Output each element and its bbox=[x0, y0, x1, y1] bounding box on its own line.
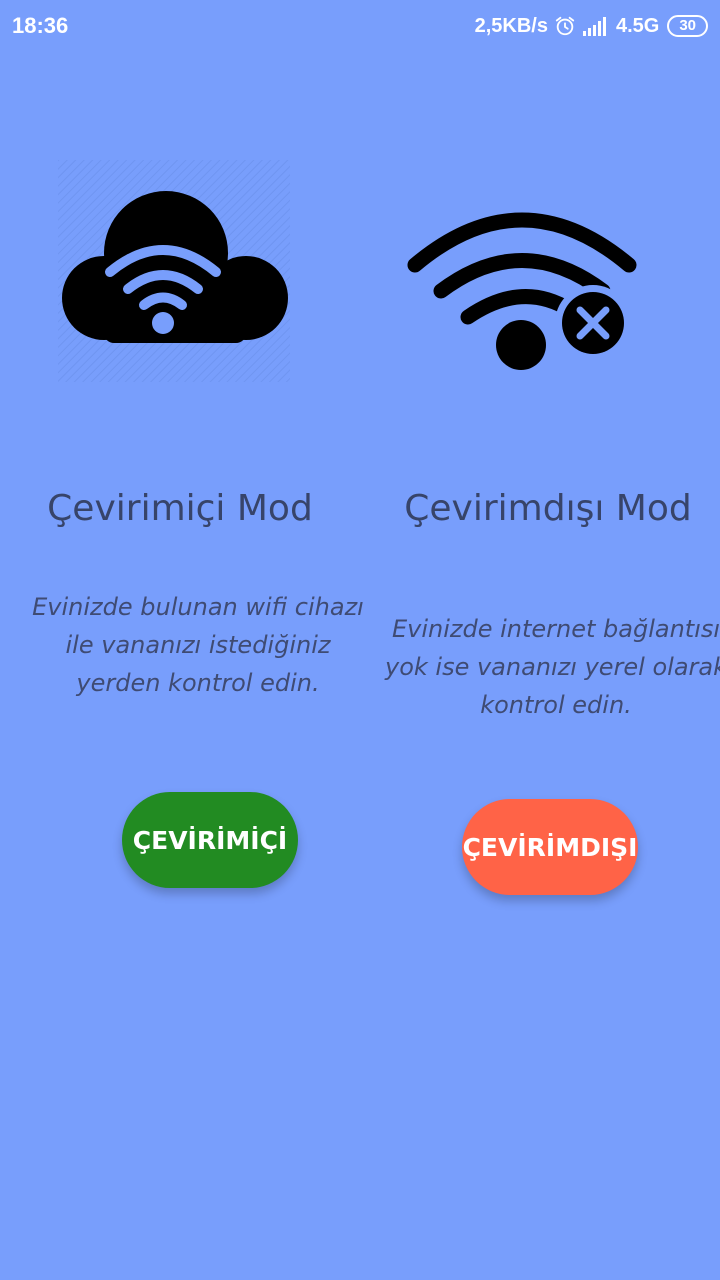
online-mode-title: Çevirimiçi Mod bbox=[47, 488, 313, 529]
online-mode-description: Evinizde bulunan wifi cihazı ile vananız… bbox=[32, 593, 364, 697]
offline-mode-title: Çevirimdışı Mod bbox=[404, 488, 692, 529]
cloud-wifi-icon bbox=[58, 160, 290, 382]
offline-mode-button[interactable]: ÇEVİRİMDIŞI bbox=[462, 799, 638, 895]
offline-mode-description: Evinizde internet bağlantısı yok ise van… bbox=[384, 615, 720, 719]
offline-mode-panel: Çevirimdışı Mod Evinizde internet bağlan… bbox=[360, 0, 720, 1280]
online-mode-panel: Çevirimiçi Mod Evinizde bulunan wifi cih… bbox=[0, 0, 364, 1280]
wifi-off-icon bbox=[407, 212, 637, 370]
online-mode-button[interactable]: ÇEVİRİMİÇİ bbox=[122, 792, 298, 888]
